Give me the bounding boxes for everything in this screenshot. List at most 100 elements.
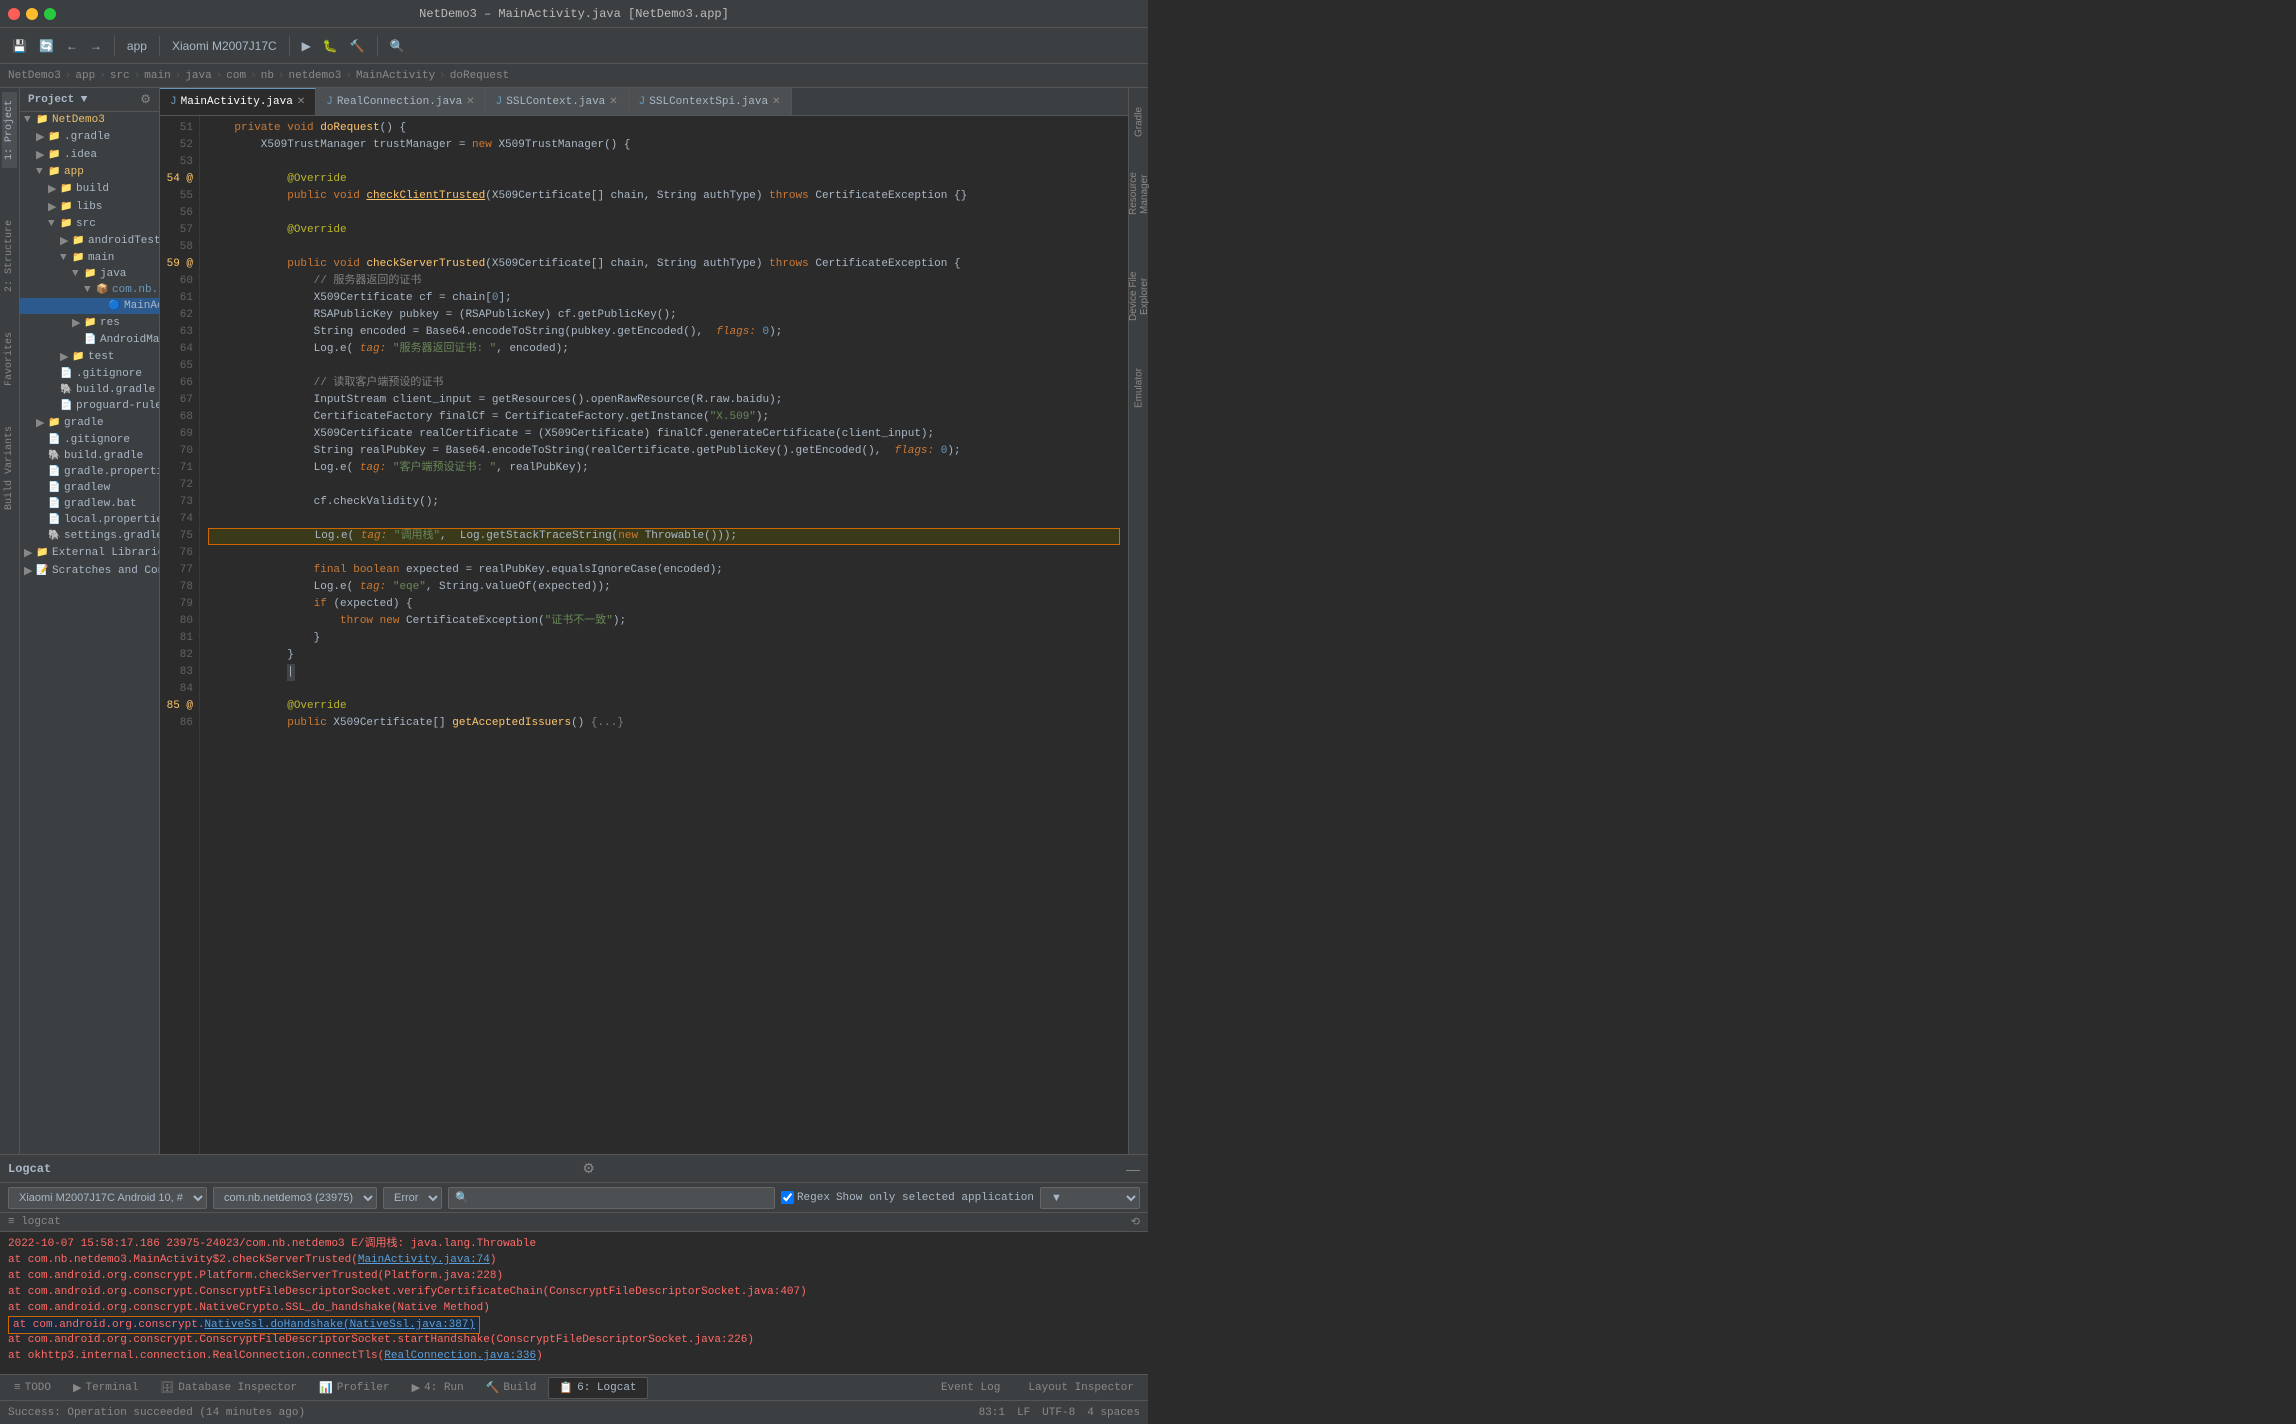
tree-label: com.nb.netdemo3: [112, 284, 159, 296]
tree-build-gradle-root[interactable]: 🐘 build.gradle: [20, 448, 159, 464]
tab-sslcontext[interactable]: J SSLContext.java ✕: [486, 88, 629, 115]
gradle-button[interactable]: Gradle: [1130, 92, 1148, 152]
bc-mainactivity[interactable]: MainActivity: [356, 70, 435, 82]
bc-netdemo3[interactable]: NetDemo3: [8, 70, 61, 82]
bc-com[interactable]: com: [226, 70, 246, 82]
code-editor[interactable]: 51 52 53 54 @ 55 56 57 58 59 @ 60 61 62 …: [160, 116, 1128, 1154]
tree-libs[interactable]: ▶ 📁 libs: [20, 198, 159, 216]
logcat-settings-button[interactable]: ⚙: [582, 1160, 595, 1177]
folder-icon: 📁: [84, 317, 100, 329]
tree-gitignore-app[interactable]: 📄 .gitignore: [20, 366, 159, 382]
debug-button[interactable]: 🐛: [319, 37, 342, 55]
level-selector[interactable]: Error: [383, 1187, 442, 1209]
tree-main[interactable]: ▼ 📁 main: [20, 250, 159, 266]
logcat-search-input[interactable]: [448, 1187, 775, 1209]
tree-gradle[interactable]: ▶ 📁 .gradle: [20, 128, 159, 146]
emulator-button[interactable]: Emulator: [1130, 358, 1148, 418]
process-selector[interactable]: com.nb.netdemo3 (23975): [213, 1187, 377, 1209]
back-button[interactable]: ←: [62, 37, 82, 55]
device-selector[interactable]: Xiaomi M2007J17C Android 10, #: [8, 1187, 207, 1209]
code-line-56: [208, 205, 1120, 222]
structure-vtab[interactable]: 2: Structure: [2, 212, 17, 300]
bc-src[interactable]: src: [110, 70, 130, 82]
sidebar-settings[interactable]: ⚙: [140, 92, 151, 107]
build-variants-vtab[interactable]: Build Variants: [2, 418, 17, 518]
tab-close-icon[interactable]: ✕: [772, 96, 780, 108]
tab-sslcontextspi[interactable]: J SSLContextSpi.java ✕: [629, 88, 792, 115]
tab-mainactivity[interactable]: J MainActivity.java ✕: [160, 88, 316, 115]
tab-layout-inspector[interactable]: Layout Inspector: [1018, 1377, 1144, 1399]
minimize-button[interactable]: [26, 8, 38, 20]
search-button[interactable]: 🔍: [386, 37, 409, 55]
resource-manager-button[interactable]: Resource Manager: [1130, 154, 1148, 234]
tree-manifest[interactable]: 📄 AndroidManifest.xml: [20, 332, 159, 348]
bc-main[interactable]: main: [144, 70, 170, 82]
tree-java[interactable]: ▼ 📁 java: [20, 266, 159, 282]
tree-app[interactable]: ▼ 📁 app: [20, 164, 159, 180]
tab-icon: J: [170, 96, 177, 108]
tab-todo[interactable]: ≡ TODO: [4, 1377, 61, 1399]
tree-test[interactable]: ▶ 📁 test: [20, 348, 159, 366]
tree-gradlew[interactable]: 📄 gradlew: [20, 480, 159, 496]
tab-close-icon[interactable]: ✕: [466, 96, 474, 108]
build-button[interactable]: 🔨: [346, 37, 369, 55]
tab-label: MainActivity.java: [181, 96, 293, 108]
tree-gradle-properties[interactable]: 📄 gradle.properties: [20, 464, 159, 480]
tab-realconnection[interactable]: J RealConnection.java ✕: [316, 88, 485, 115]
wrap-icon[interactable]: ⟲: [1131, 1215, 1140, 1229]
logcat-minimize-button[interactable]: —: [1126, 1161, 1140, 1177]
bc-nb[interactable]: nb: [261, 70, 274, 82]
profiler-icon: 📊: [319, 1381, 333, 1395]
tree-label: local.properties: [64, 514, 159, 526]
tab-profiler[interactable]: 📊 Profiler: [309, 1377, 400, 1399]
tree-netdemo3[interactable]: ▼ 📁 NetDemo3: [20, 112, 159, 128]
run-button[interactable]: ▶: [298, 37, 315, 55]
file-icon: 📄: [48, 498, 64, 510]
tree-build[interactable]: ▶ 📁 build: [20, 180, 159, 198]
bc-app[interactable]: app: [75, 70, 95, 82]
tab-logcat[interactable]: 📋 6: Logcat: [548, 1377, 647, 1399]
tab-close-icon[interactable]: ✕: [609, 96, 617, 108]
bc-dorequest[interactable]: doRequest: [450, 70, 509, 82]
tab-event-log[interactable]: Event Log: [931, 1377, 1010, 1399]
tree-src[interactable]: ▼ 📁 src: [20, 216, 159, 232]
tree-res[interactable]: ▶ 📁 res: [20, 314, 159, 332]
tree-local-properties[interactable]: 📄 local.properties: [20, 512, 159, 528]
tab-database-inspector[interactable]: 🗄 Database Inspector: [150, 1377, 307, 1399]
code-line-78: Log.e( tag: "eqe", String.valueOf(expect…: [208, 579, 1120, 596]
bc-netdemo3-pkg[interactable]: netdemo3: [289, 70, 342, 82]
tree-gradlew-bat[interactable]: 📄 gradlew.bat: [20, 496, 159, 512]
device-selector[interactable]: Xiaomi M2007J17C: [168, 37, 281, 55]
fullscreen-button[interactable]: [44, 8, 56, 20]
forward-button[interactable]: →: [86, 37, 106, 55]
tab-terminal[interactable]: ▶ Terminal: [63, 1377, 148, 1399]
tree-mainactivity[interactable]: 🔵 MainActivity: [20, 298, 159, 314]
device-file-explorer-button[interactable]: Device File Explorer: [1130, 256, 1148, 336]
regex-checkbox[interactable]: [781, 1191, 794, 1204]
code-content[interactable]: private void doRequest() { X509TrustMana…: [200, 116, 1128, 1154]
tree-external-libs[interactable]: ▶ 📁 External Libraries: [20, 544, 159, 562]
show-selected-dropdown[interactable]: ▼: [1040, 1187, 1140, 1209]
tree-build-gradle-app[interactable]: 🐘 build.gradle: [20, 382, 159, 398]
sync-button[interactable]: 🔄: [35, 37, 58, 55]
tree-proguard[interactable]: 📄 proguard-rules.pro: [20, 398, 159, 414]
tab-build[interactable]: 🔨 Build: [476, 1377, 547, 1399]
project-vtab[interactable]: 1: Project: [2, 92, 17, 168]
tree-settings-gradle[interactable]: 🐘 settings.gradle: [20, 528, 159, 544]
favorites-vtab[interactable]: Favorites: [2, 324, 17, 394]
close-button[interactable]: [8, 8, 20, 20]
tree-idea[interactable]: ▶ 📁 .idea: [20, 146, 159, 164]
bc-java[interactable]: java: [185, 70, 211, 82]
tree-package[interactable]: ▼ 📦 com.nb.netdemo3: [20, 282, 159, 298]
tab-run[interactable]: ▶ 4: Run: [402, 1377, 474, 1399]
run-config-button[interactable]: app: [123, 37, 151, 55]
tab-close-icon[interactable]: ✕: [297, 96, 305, 108]
tree-gradle-root[interactable]: ▶ 📁 gradle: [20, 414, 159, 432]
tree-androidtest[interactable]: ▶ 📁 androidTest: [20, 232, 159, 250]
code-line-59: public void checkServerTrusted(X509Certi…: [208, 256, 1120, 273]
save-button[interactable]: 💾: [8, 37, 31, 55]
code-line-77: final boolean expected = realPubKey.equa…: [208, 562, 1120, 579]
tree-gitignore-root[interactable]: 📄 .gitignore: [20, 432, 159, 448]
tree-scratches[interactable]: ▶ 📝 Scratches and Consoles: [20, 562, 159, 580]
logcat-content[interactable]: 2022-10-07 15:58:17.186 23975-24023/com.…: [0, 1232, 1148, 1374]
